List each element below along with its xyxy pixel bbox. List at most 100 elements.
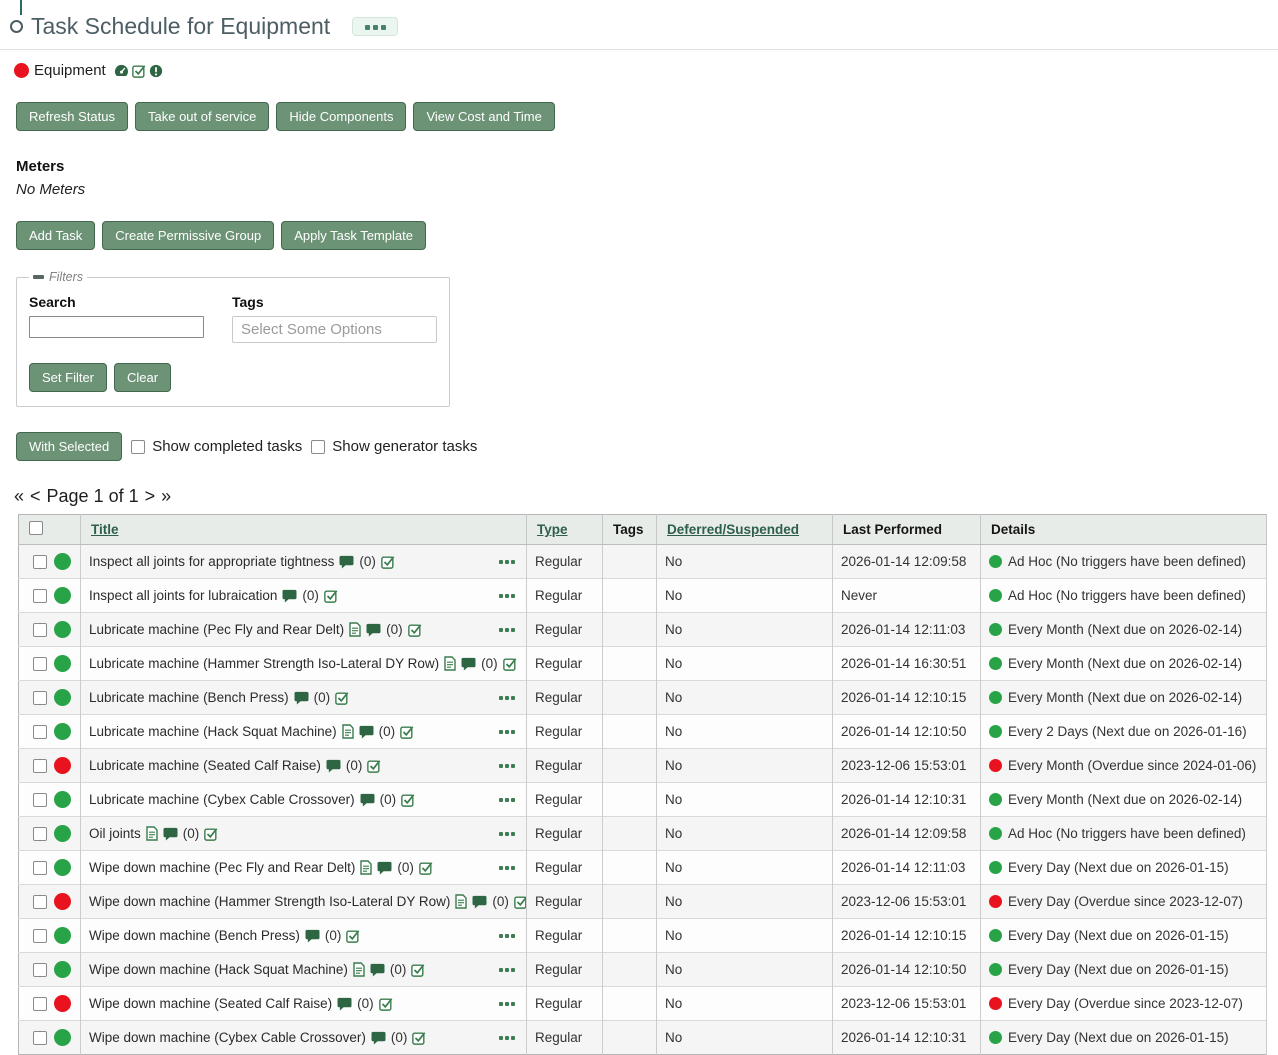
task-title[interactable]: Lubricate machine (Cybex Cable Crossover… (89, 792, 355, 807)
task-title[interactable]: Lubricate machine (Hammer Strength Iso-L… (89, 656, 439, 671)
row-checkbox[interactable] (33, 827, 47, 841)
checked-box-icon[interactable] (132, 64, 146, 78)
task-row: Wipe down machine (Seated Calf Raise)(0)… (19, 987, 1267, 1021)
row-checkbox[interactable] (33, 963, 47, 977)
row-checkbox[interactable] (33, 589, 47, 603)
collapse-icon[interactable] (33, 275, 44, 279)
row-checkbox[interactable] (33, 895, 47, 909)
task-status-dot (54, 689, 71, 706)
row-menu-button[interactable] (498, 1036, 518, 1040)
create-permissive-group-button[interactable]: Create Permissive Group (102, 221, 274, 250)
row-menu-button[interactable] (498, 798, 518, 802)
row-menu-button[interactable] (498, 730, 518, 734)
next-page-button[interactable]: > (145, 486, 156, 507)
task-status-dot (54, 791, 71, 808)
row-checkbox[interactable] (33, 759, 47, 773)
file-icon (353, 962, 365, 977)
task-last-performed: 2026-01-14 12:10:50 (833, 715, 981, 749)
row-menu-button[interactable] (498, 628, 518, 632)
checked-box-icon (400, 725, 414, 739)
row-checkbox[interactable] (33, 657, 47, 671)
refresh-status-button[interactable]: Refresh Status (16, 102, 128, 131)
task-title[interactable]: Inspect all joints for appropriate tight… (89, 554, 334, 569)
task-tags (603, 783, 657, 817)
detail-text: Every Month (Next due on 2026-02-14) (1008, 792, 1242, 807)
row-checkbox[interactable] (33, 929, 47, 943)
equipment-toolbar: Refresh StatusTake out of serviceHide Co… (16, 102, 1278, 131)
select-all-checkbox[interactable] (29, 521, 43, 535)
task-type: Regular (527, 715, 603, 749)
show-completed-checkbox[interactable] (131, 440, 145, 454)
comment-count: (0) (379, 724, 396, 739)
task-title[interactable]: Wipe down machine (Bench Press) (89, 928, 300, 943)
with-selected-button[interactable]: With Selected (16, 432, 122, 461)
set-filter-button[interactable]: Set Filter (29, 363, 107, 392)
row-checkbox[interactable] (33, 793, 47, 807)
title-menu-button[interactable] (352, 17, 398, 36)
checked-box-icon (346, 929, 360, 943)
equipment-status-dot (14, 63, 29, 78)
view-cost-and-time-button[interactable]: View Cost and Time (413, 102, 554, 131)
detail-text: Every Day (Next due on 2026-01-15) (1008, 962, 1229, 977)
task-tags (603, 817, 657, 851)
tags-header: Tags (603, 515, 657, 545)
task-type: Regular (527, 953, 603, 987)
row-checkbox[interactable] (33, 623, 47, 637)
checked-box-icon (401, 793, 415, 807)
task-title[interactable]: Lubricate machine (Pec Fly and Rear Delt… (89, 622, 344, 637)
task-row: Lubricate machine (Hammer Strength Iso-L… (19, 647, 1267, 681)
task-status-dot (54, 825, 71, 842)
task-title[interactable]: Wipe down machine (Cybex Cable Crossover… (89, 1030, 366, 1045)
row-checkbox[interactable] (33, 1031, 47, 1045)
take-out-of-service-button[interactable]: Take out of service (135, 102, 269, 131)
row-checkbox[interactable] (33, 555, 47, 569)
alert-circle-icon[interactable] (149, 64, 163, 78)
page-indicator: Page 1 of 1 (47, 486, 139, 507)
task-title[interactable]: Wipe down machine (Hack Squat Machine) (89, 962, 348, 977)
task-title[interactable]: Inspect all joints for lubraication (89, 588, 277, 603)
row-checkbox[interactable] (33, 691, 47, 705)
detail-status-dot (989, 691, 1002, 704)
comment-count: (0) (314, 690, 331, 705)
task-deferred: No (657, 545, 833, 579)
prev-page-button[interactable]: < (30, 486, 41, 507)
row-menu-button[interactable] (498, 866, 518, 870)
row-checkbox[interactable] (33, 861, 47, 875)
task-deferred: No (657, 885, 833, 919)
first-page-button[interactable]: « (14, 486, 24, 507)
task-title[interactable]: Wipe down machine (Pec Fly and Rear Delt… (89, 860, 355, 875)
row-menu-button[interactable] (498, 696, 518, 700)
apply-task-template-button[interactable]: Apply Task Template (281, 221, 426, 250)
hide-components-button[interactable]: Hide Components (276, 102, 406, 131)
row-menu-button[interactable] (498, 560, 518, 564)
sort-by-deferred[interactable]: Deferred/Suspended (667, 522, 799, 537)
show-generator-checkbox[interactable] (311, 440, 325, 454)
checked-box-icon (412, 1031, 426, 1045)
add-task-button[interactable]: Add Task (16, 221, 95, 250)
row-menu-button[interactable] (498, 764, 518, 768)
task-title[interactable]: Wipe down machine (Hammer Strength Iso-L… (89, 894, 450, 909)
task-title[interactable]: Lubricate machine (Bench Press) (89, 690, 289, 705)
sort-by-title[interactable]: Title (91, 522, 119, 537)
search-input[interactable] (29, 316, 204, 338)
task-last-performed: 2026-01-14 12:11:03 (833, 613, 981, 647)
row-checkbox[interactable] (33, 725, 47, 739)
row-checkbox[interactable] (33, 997, 47, 1011)
task-row: Oil joints(0)RegularNo2026-01-14 12:09:5… (19, 817, 1267, 851)
checked-box-icon (204, 827, 218, 841)
sort-by-type[interactable]: Type (537, 522, 568, 537)
gauge-icon[interactable] (114, 64, 129, 77)
task-type: Regular (527, 613, 603, 647)
row-menu-button[interactable] (498, 1002, 518, 1006)
task-title[interactable]: Lubricate machine (Hack Squat Machine) (89, 724, 337, 739)
clear-button[interactable]: Clear (114, 363, 171, 392)
row-menu-button[interactable] (498, 594, 518, 598)
task-title[interactable]: Oil joints (89, 826, 141, 841)
row-menu-button[interactable] (498, 934, 518, 938)
row-menu-button[interactable] (498, 968, 518, 972)
task-title[interactable]: Wipe down machine (Seated Calf Raise) (89, 996, 332, 1011)
row-menu-button[interactable] (498, 832, 518, 836)
task-title[interactable]: Lubricate machine (Seated Calf Raise) (89, 758, 321, 773)
tags-input[interactable] (232, 316, 437, 343)
last-page-button[interactable]: » (161, 486, 171, 507)
